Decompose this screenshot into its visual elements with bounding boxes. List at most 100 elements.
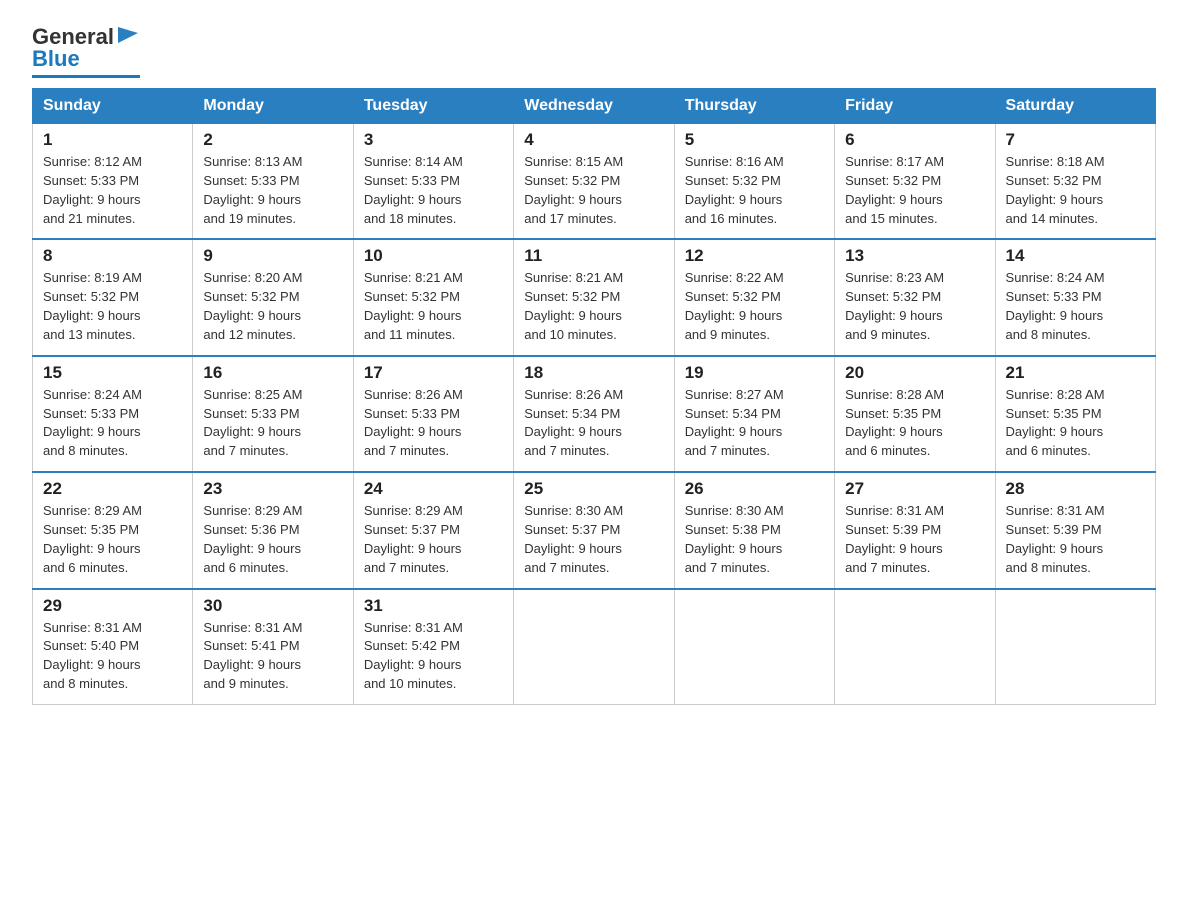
calendar-cell: 24 Sunrise: 8:29 AMSunset: 5:37 PMDaylig… <box>353 472 513 588</box>
calendar-week-row: 29 Sunrise: 8:31 AMSunset: 5:40 PMDaylig… <box>33 589 1156 705</box>
calendar-cell: 21 Sunrise: 8:28 AMSunset: 5:35 PMDaylig… <box>995 356 1155 472</box>
day-info: Sunrise: 8:19 AMSunset: 5:32 PMDaylight:… <box>43 270 142 342</box>
calendar-cell: 28 Sunrise: 8:31 AMSunset: 5:39 PMDaylig… <box>995 472 1155 588</box>
col-header-tuesday: Tuesday <box>353 89 513 124</box>
day-number: 21 <box>1006 363 1145 383</box>
col-header-wednesday: Wednesday <box>514 89 674 124</box>
day-info: Sunrise: 8:16 AMSunset: 5:32 PMDaylight:… <box>685 154 784 226</box>
day-info: Sunrise: 8:22 AMSunset: 5:32 PMDaylight:… <box>685 270 784 342</box>
day-info: Sunrise: 8:26 AMSunset: 5:34 PMDaylight:… <box>524 387 623 459</box>
day-number: 8 <box>43 246 182 266</box>
logo-rule <box>32 75 140 78</box>
logo-line2: Blue <box>32 46 80 72</box>
day-number: 26 <box>685 479 824 499</box>
day-info: Sunrise: 8:27 AMSunset: 5:34 PMDaylight:… <box>685 387 784 459</box>
day-info: Sunrise: 8:31 AMSunset: 5:41 PMDaylight:… <box>203 620 302 692</box>
day-info: Sunrise: 8:13 AMSunset: 5:33 PMDaylight:… <box>203 154 302 226</box>
calendar-cell: 15 Sunrise: 8:24 AMSunset: 5:33 PMDaylig… <box>33 356 193 472</box>
day-number: 12 <box>685 246 824 266</box>
day-number: 9 <box>203 246 342 266</box>
calendar-week-row: 22 Sunrise: 8:29 AMSunset: 5:35 PMDaylig… <box>33 472 1156 588</box>
day-number: 11 <box>524 246 663 266</box>
day-number: 31 <box>364 596 503 616</box>
calendar-cell: 16 Sunrise: 8:25 AMSunset: 5:33 PMDaylig… <box>193 356 353 472</box>
calendar-cell: 31 Sunrise: 8:31 AMSunset: 5:42 PMDaylig… <box>353 589 513 705</box>
day-number: 20 <box>845 363 984 383</box>
calendar-cell <box>514 589 674 705</box>
col-header-friday: Friday <box>835 89 995 124</box>
day-number: 15 <box>43 363 182 383</box>
logo: General Blue <box>32 24 140 78</box>
logo-flag-icon <box>116 25 140 47</box>
day-number: 10 <box>364 246 503 266</box>
page-header: General Blue <box>32 24 1156 78</box>
calendar-cell: 6 Sunrise: 8:17 AMSunset: 5:32 PMDayligh… <box>835 124 995 240</box>
calendar-table: SundayMondayTuesdayWednesdayThursdayFrid… <box>32 88 1156 705</box>
logo-blue: Blue <box>32 46 80 72</box>
day-info: Sunrise: 8:26 AMSunset: 5:33 PMDaylight:… <box>364 387 463 459</box>
calendar-cell: 9 Sunrise: 8:20 AMSunset: 5:32 PMDayligh… <box>193 239 353 355</box>
calendar-cell: 5 Sunrise: 8:16 AMSunset: 5:32 PMDayligh… <box>674 124 834 240</box>
calendar-cell: 30 Sunrise: 8:31 AMSunset: 5:41 PMDaylig… <box>193 589 353 705</box>
day-info: Sunrise: 8:30 AMSunset: 5:38 PMDaylight:… <box>685 503 784 575</box>
day-number: 17 <box>364 363 503 383</box>
day-info: Sunrise: 8:31 AMSunset: 5:39 PMDaylight:… <box>845 503 944 575</box>
day-info: Sunrise: 8:28 AMSunset: 5:35 PMDaylight:… <box>845 387 944 459</box>
calendar-cell: 27 Sunrise: 8:31 AMSunset: 5:39 PMDaylig… <box>835 472 995 588</box>
col-header-monday: Monday <box>193 89 353 124</box>
day-info: Sunrise: 8:20 AMSunset: 5:32 PMDaylight:… <box>203 270 302 342</box>
calendar-cell: 22 Sunrise: 8:29 AMSunset: 5:35 PMDaylig… <box>33 472 193 588</box>
calendar-cell: 7 Sunrise: 8:18 AMSunset: 5:32 PMDayligh… <box>995 124 1155 240</box>
day-number: 28 <box>1006 479 1145 499</box>
day-number: 25 <box>524 479 663 499</box>
calendar-cell: 29 Sunrise: 8:31 AMSunset: 5:40 PMDaylig… <box>33 589 193 705</box>
calendar-cell <box>995 589 1155 705</box>
day-number: 5 <box>685 130 824 150</box>
calendar-cell: 14 Sunrise: 8:24 AMSunset: 5:33 PMDaylig… <box>995 239 1155 355</box>
day-number: 13 <box>845 246 984 266</box>
day-number: 29 <box>43 596 182 616</box>
calendar-cell: 10 Sunrise: 8:21 AMSunset: 5:32 PMDaylig… <box>353 239 513 355</box>
day-info: Sunrise: 8:28 AMSunset: 5:35 PMDaylight:… <box>1006 387 1105 459</box>
day-info: Sunrise: 8:17 AMSunset: 5:32 PMDaylight:… <box>845 154 944 226</box>
day-number: 23 <box>203 479 342 499</box>
calendar-cell: 20 Sunrise: 8:28 AMSunset: 5:35 PMDaylig… <box>835 356 995 472</box>
day-info: Sunrise: 8:30 AMSunset: 5:37 PMDaylight:… <box>524 503 623 575</box>
col-header-sunday: Sunday <box>33 89 193 124</box>
calendar-cell: 12 Sunrise: 8:22 AMSunset: 5:32 PMDaylig… <box>674 239 834 355</box>
calendar-cell: 23 Sunrise: 8:29 AMSunset: 5:36 PMDaylig… <box>193 472 353 588</box>
col-header-saturday: Saturday <box>995 89 1155 124</box>
day-info: Sunrise: 8:21 AMSunset: 5:32 PMDaylight:… <box>364 270 463 342</box>
day-number: 16 <box>203 363 342 383</box>
calendar-week-row: 8 Sunrise: 8:19 AMSunset: 5:32 PMDayligh… <box>33 239 1156 355</box>
day-info: Sunrise: 8:31 AMSunset: 5:40 PMDaylight:… <box>43 620 142 692</box>
day-number: 4 <box>524 130 663 150</box>
day-number: 27 <box>845 479 984 499</box>
calendar-cell: 26 Sunrise: 8:30 AMSunset: 5:38 PMDaylig… <box>674 472 834 588</box>
day-number: 18 <box>524 363 663 383</box>
calendar-cell <box>674 589 834 705</box>
day-number: 19 <box>685 363 824 383</box>
day-info: Sunrise: 8:24 AMSunset: 5:33 PMDaylight:… <box>1006 270 1105 342</box>
calendar-cell: 19 Sunrise: 8:27 AMSunset: 5:34 PMDaylig… <box>674 356 834 472</box>
day-number: 6 <box>845 130 984 150</box>
calendar-cell: 11 Sunrise: 8:21 AMSunset: 5:32 PMDaylig… <box>514 239 674 355</box>
col-header-thursday: Thursday <box>674 89 834 124</box>
day-number: 30 <box>203 596 342 616</box>
day-info: Sunrise: 8:31 AMSunset: 5:39 PMDaylight:… <box>1006 503 1105 575</box>
day-number: 3 <box>364 130 503 150</box>
calendar-cell <box>835 589 995 705</box>
day-info: Sunrise: 8:14 AMSunset: 5:33 PMDaylight:… <box>364 154 463 226</box>
day-number: 24 <box>364 479 503 499</box>
day-info: Sunrise: 8:25 AMSunset: 5:33 PMDaylight:… <box>203 387 302 459</box>
calendar-cell: 1 Sunrise: 8:12 AMSunset: 5:33 PMDayligh… <box>33 124 193 240</box>
day-info: Sunrise: 8:24 AMSunset: 5:33 PMDaylight:… <box>43 387 142 459</box>
calendar-cell: 25 Sunrise: 8:30 AMSunset: 5:37 PMDaylig… <box>514 472 674 588</box>
day-info: Sunrise: 8:31 AMSunset: 5:42 PMDaylight:… <box>364 620 463 692</box>
calendar-week-row: 15 Sunrise: 8:24 AMSunset: 5:33 PMDaylig… <box>33 356 1156 472</box>
calendar-cell: 3 Sunrise: 8:14 AMSunset: 5:33 PMDayligh… <box>353 124 513 240</box>
day-info: Sunrise: 8:12 AMSunset: 5:33 PMDaylight:… <box>43 154 142 226</box>
day-info: Sunrise: 8:18 AMSunset: 5:32 PMDaylight:… <box>1006 154 1105 226</box>
day-number: 2 <box>203 130 342 150</box>
day-number: 22 <box>43 479 182 499</box>
